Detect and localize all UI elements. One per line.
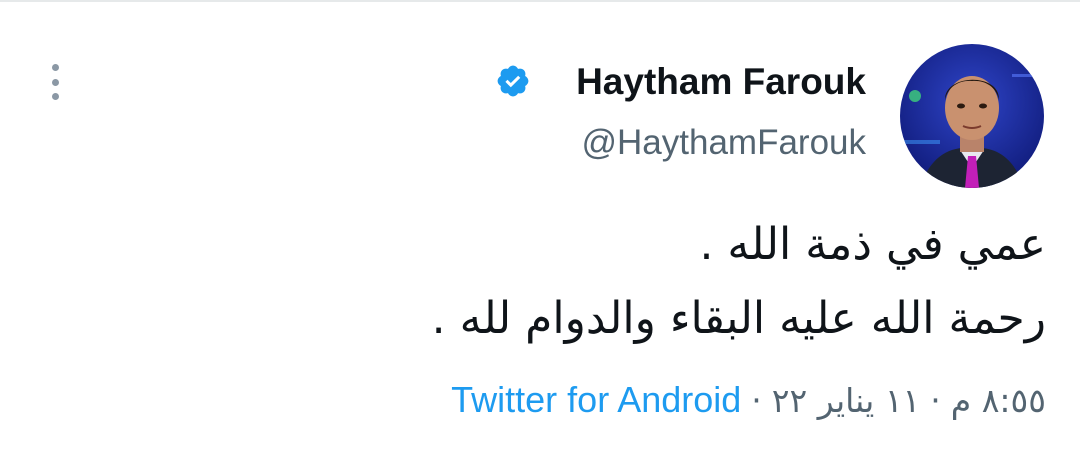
author-handle[interactable]: @HaythamFarouk (581, 122, 866, 164)
author-display-name[interactable]: Haytham Farouk (576, 60, 866, 104)
meta-separator: · (930, 381, 941, 420)
tweet-text: عمي في ذمة الله . رحمة الله عليه البقاء … (432, 208, 1046, 356)
tweet-date[interactable]: ١١ يناير ٢٢ (772, 377, 920, 425)
meta-separator: · (751, 381, 762, 420)
tweet-time[interactable]: ٨:٥٥ م (951, 377, 1046, 425)
verified-badge-icon (497, 65, 529, 97)
more-vertical-icon-dot (51, 78, 59, 86)
more-options-button[interactable] (40, 60, 70, 104)
tweet-source-link[interactable]: Twitter for Android (451, 376, 741, 424)
top-divider (0, 0, 1080, 2)
more-vertical-icon (51, 64, 59, 71)
tweet-meta: ٨:٥٥ م · ١١ يناير ٢٢ · Twitter for Andro… (451, 376, 1046, 425)
avatar[interactable] (900, 44, 1044, 188)
more-vertical-icon-dot (51, 93, 59, 100)
tweet-text-line: رحمة الله عليه البقاء والدوام لله . (431, 293, 1046, 344)
profile-photo (900, 44, 1044, 188)
tweet-text-line: عمي في ذمة الله . (699, 219, 1046, 270)
